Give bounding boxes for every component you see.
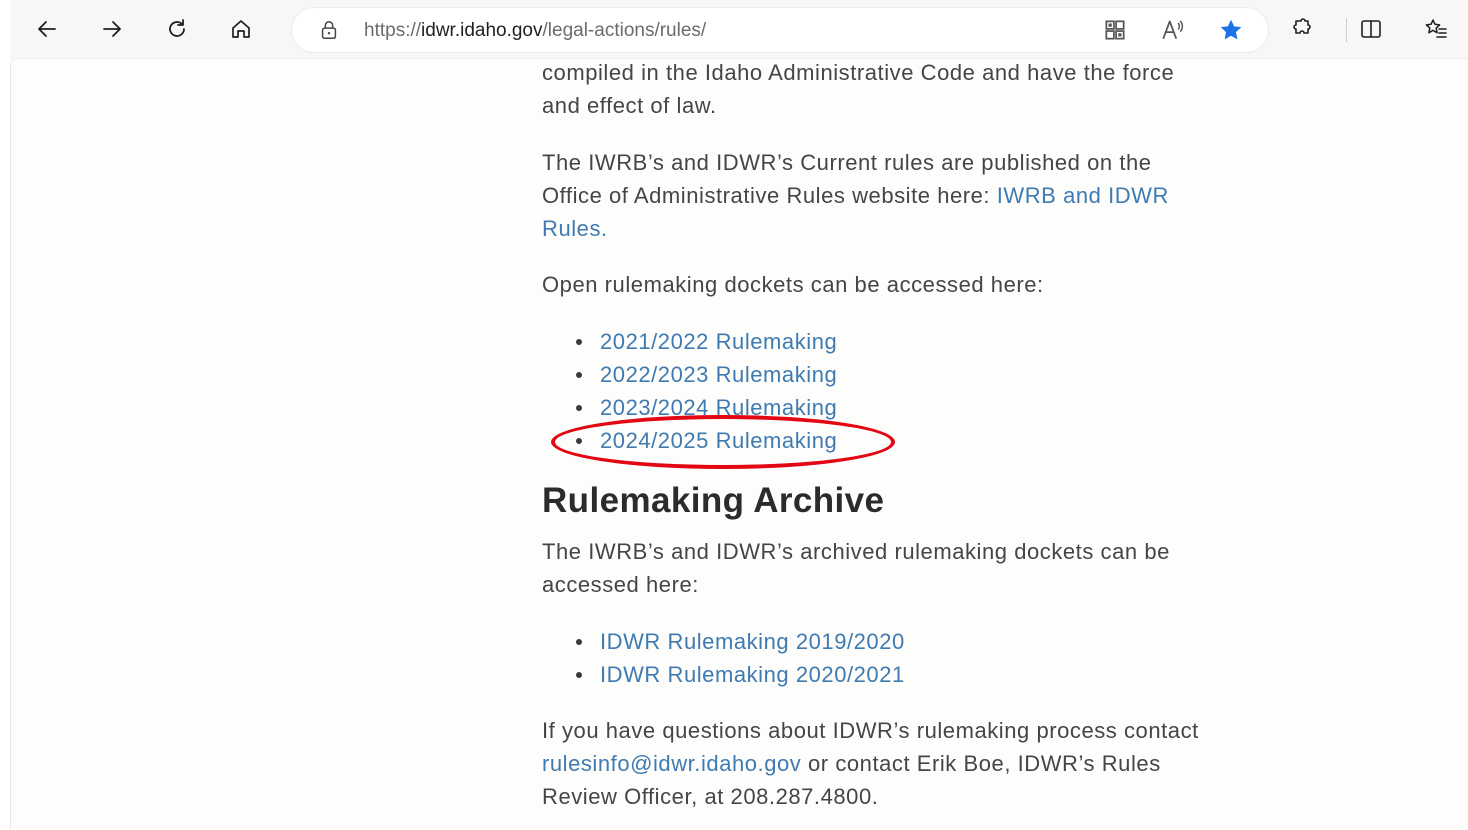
home-icon [232,20,250,38]
split-screen-icon [1361,20,1381,38]
current-rules-paragraph: The IWRB’s and IDWR’s Current rules are … [542,146,1202,245]
archive-heading: Rulemaking Archive [542,481,885,520]
archive-list: IDWR Rulemaking 2019/2020 IDWR Rulemakin… [542,625,905,691]
lock-icon[interactable] [318,19,340,41]
favorites-list-icon [1425,19,1447,38]
open-dockets-list: 2021/2022 Rulemaking 2022/2023 Rulemakin… [542,325,837,457]
contact-text-1: If you have questions about IDWR’s rulem… [542,718,1199,743]
favorites-button[interactable] [1419,12,1453,46]
refresh-icon [169,19,185,37]
url-text[interactable]: https://idwr.idaho.gov/legal-actions/rul… [364,20,706,42]
browser-toolbar: https://idwr.idaho.gov/legal-actions/rul… [10,0,1468,60]
list-item: 2024/2025 Rulemaking [542,424,837,457]
archive-paragraph: The IWRB’s and IDWR’s archived rulemakin… [542,539,1170,597]
list-item: 2023/2024 Rulemaking [542,391,837,424]
url-host: idwr.idaho.gov [421,20,543,41]
url-path: /legal-actions/rules/ [542,20,707,41]
contact-paragraph: If you have questions about IDWR’s rulem… [542,714,1202,813]
intro-paragraph: compiled in the Idaho Administrative Cod… [542,60,1175,118]
puzzle-icon [1293,18,1311,34]
extensions-button[interactable] [1284,12,1318,46]
list-item: 2022/2023 Rulemaking [542,358,837,391]
rulemaking-2024-2025-link[interactable]: 2024/2025 Rulemaking [600,428,837,453]
rulemaking-2022-2023-link[interactable]: 2022/2023 Rulemaking [600,362,837,387]
back-arrow-icon [38,21,56,37]
archive-2020-2021-link[interactable]: IDWR Rulemaking 2020/2021 [600,662,905,687]
rulemaking-2023-2024-link[interactable]: 2023/2024 Rulemaking [600,395,837,420]
read-aloud-icon[interactable] [1160,17,1186,43]
home-button[interactable] [224,12,258,46]
forward-arrow-icon [103,21,121,37]
list-item: IDWR Rulemaking 2019/2020 [542,625,905,658]
rules-email-link[interactable]: rulesinfo@idwr.idaho.gov [542,751,801,776]
forward-button[interactable] [95,12,129,46]
split-screen-button[interactable] [1354,12,1388,46]
archive-2019-2020-link[interactable]: IDWR Rulemaking 2019/2020 [600,629,905,654]
open-dockets-paragraph: Open rulemaking dockets can be accessed … [542,272,1044,297]
app-grid-icon[interactable] [1102,17,1128,43]
back-button[interactable] [30,12,64,46]
refresh-button[interactable] [160,12,194,46]
list-item: 2021/2022 Rulemaking [542,325,837,358]
address-bar[interactable]: https://idwr.idaho.gov/legal-actions/rul… [292,8,1268,52]
list-item: IDWR Rulemaking 2020/2021 [542,658,905,691]
rulemaking-2021-2022-link[interactable]: 2021/2022 Rulemaking [600,329,837,354]
url-prefix: https:// [364,20,422,41]
favorite-star-icon[interactable] [1218,17,1244,43]
page-viewport: compiled in the Idaho Administrative Cod… [10,58,1468,830]
toolbar-divider [1346,18,1347,42]
